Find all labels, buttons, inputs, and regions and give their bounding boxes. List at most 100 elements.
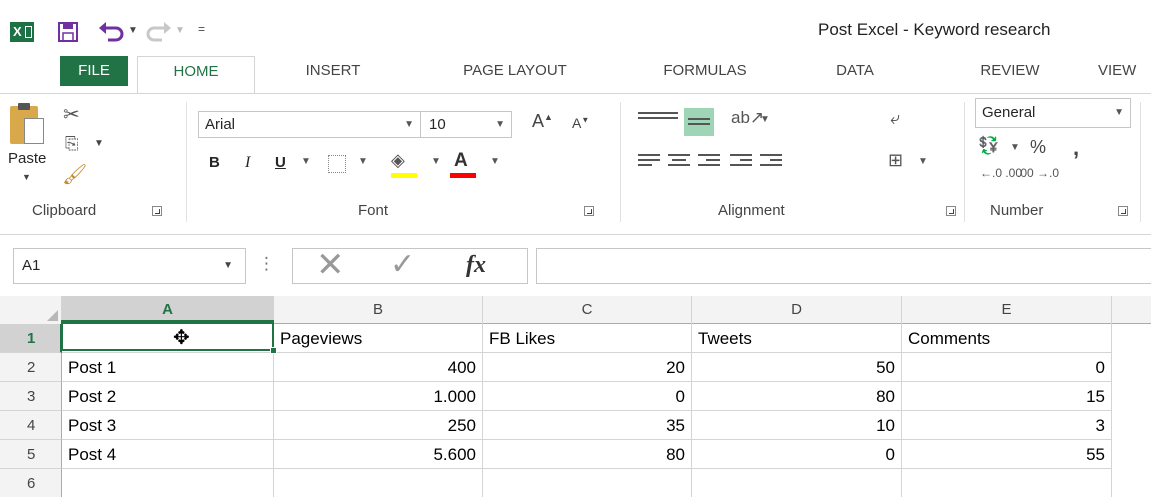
alignment-launcher-icon[interactable] bbox=[946, 206, 956, 216]
cell-d5[interactable]: 0 bbox=[692, 440, 902, 469]
row-header-2[interactable]: 2 bbox=[0, 353, 62, 382]
cut-icon[interactable]: ✂ bbox=[63, 102, 80, 127]
tab-file[interactable]: FILE bbox=[60, 56, 128, 86]
increase-decimal-icon[interactable]: ←.0 .00 bbox=[980, 166, 1022, 180]
column-header-c[interactable]: C bbox=[483, 296, 692, 324]
tab-view[interactable]: VIEW bbox=[1098, 56, 1151, 88]
row-header-1[interactable]: 1 bbox=[0, 324, 62, 353]
cell-c5[interactable]: 80 bbox=[483, 440, 692, 469]
cell-e3[interactable]: 15 bbox=[902, 382, 1112, 411]
borders-icon[interactable] bbox=[328, 155, 346, 173]
customize-qat-icon[interactable]: = bbox=[198, 22, 205, 36]
clipboard-launcher-icon[interactable] bbox=[152, 206, 162, 216]
cell-b6[interactable] bbox=[274, 469, 483, 497]
copy-dropdown-icon[interactable]: ▼ bbox=[94, 138, 104, 149]
font-launcher-icon[interactable] bbox=[584, 206, 594, 216]
cell-b1[interactable]: Pageviews bbox=[274, 324, 483, 353]
active-cell-a1[interactable] bbox=[61, 320, 277, 354]
format-painter-icon[interactable]: 🖌 bbox=[62, 162, 87, 187]
cancel-entry-icon[interactable]: ✕ bbox=[316, 248, 345, 282]
name-box-dropdown-icon[interactable]: ▼ bbox=[223, 249, 233, 283]
tab-page-layout[interactable]: PAGE LAYOUT bbox=[435, 56, 595, 88]
number-format-combo[interactable]: General ▼ bbox=[975, 98, 1131, 128]
font-color-icon[interactable]: A bbox=[454, 150, 468, 172]
shrink-font-icon[interactable]: A▼ bbox=[572, 115, 589, 131]
comma-style-icon[interactable]: , bbox=[1073, 135, 1079, 161]
cell-e4[interactable]: 3 bbox=[902, 411, 1112, 440]
font-size-dropdown-icon[interactable]: ▼ bbox=[495, 112, 505, 137]
redo-icon[interactable] bbox=[146, 20, 172, 42]
middle-align-button[interactable] bbox=[684, 108, 714, 136]
cell-d1[interactable]: Tweets bbox=[692, 324, 902, 353]
borders-dropdown-icon[interactable]: ▼ bbox=[358, 156, 368, 167]
column-header-b[interactable]: B bbox=[274, 296, 483, 324]
wrap-text-icon[interactable]: ⤶ bbox=[890, 108, 900, 129]
cell-b4[interactable]: 250 bbox=[274, 411, 483, 440]
merge-center-icon[interactable]: ⊞ bbox=[888, 150, 903, 171]
fill-color-icon[interactable]: ◈ bbox=[391, 150, 405, 171]
cell-d3[interactable]: 80 bbox=[692, 382, 902, 411]
cell-b3[interactable]: 1.000 bbox=[274, 382, 483, 411]
underline-button[interactable]: U bbox=[275, 154, 286, 171]
fill-color-dropdown-icon[interactable]: ▼ bbox=[431, 156, 441, 167]
underline-dropdown-icon[interactable]: ▼ bbox=[301, 156, 311, 167]
tab-data[interactable]: DATA bbox=[810, 56, 900, 88]
bold-button[interactable]: B bbox=[209, 154, 220, 171]
cell-a3[interactable]: Post 2 bbox=[62, 382, 274, 411]
cell-b5[interactable]: 5.600 bbox=[274, 440, 483, 469]
cell-e1[interactable]: Comments bbox=[902, 324, 1112, 353]
cell-c4[interactable]: 35 bbox=[483, 411, 692, 440]
percent-style-icon[interactable]: % bbox=[1030, 137, 1046, 158]
tab-formulas[interactable]: FORMULAS bbox=[640, 56, 770, 88]
select-all-button[interactable] bbox=[0, 296, 62, 324]
cell-b2[interactable]: 400 bbox=[274, 353, 483, 382]
cell-a6[interactable] bbox=[62, 469, 274, 497]
tab-review[interactable]: REVIEW bbox=[955, 56, 1065, 88]
number-launcher-icon[interactable] bbox=[1118, 206, 1128, 216]
cell-d6[interactable] bbox=[692, 469, 902, 497]
align-left-icon[interactable] bbox=[638, 154, 660, 170]
cell-d4[interactable]: 10 bbox=[692, 411, 902, 440]
font-name-dropdown-icon[interactable]: ▼ bbox=[404, 112, 414, 137]
grow-font-icon[interactable]: A▲ bbox=[532, 111, 553, 132]
decrease-decimal-icon[interactable]: .00 →.0 bbox=[1017, 166, 1059, 180]
cell-e5[interactable]: 55 bbox=[902, 440, 1112, 469]
decrease-indent-icon[interactable] bbox=[730, 154, 752, 170]
align-center-icon[interactable] bbox=[668, 154, 690, 170]
accounting-dropdown-icon[interactable]: ▼ bbox=[1010, 142, 1020, 153]
undo-icon[interactable] bbox=[98, 20, 124, 42]
tab-home[interactable]: HOME bbox=[137, 56, 255, 94]
fill-handle[interactable] bbox=[270, 347, 277, 354]
enter-entry-icon[interactable]: ✓ bbox=[390, 250, 415, 280]
row-header-5[interactable]: 5 bbox=[0, 440, 62, 469]
cell-c3[interactable]: 0 bbox=[483, 382, 692, 411]
cell-a4[interactable]: Post 3 bbox=[62, 411, 274, 440]
orientation-dropdown-icon[interactable]: ▼ bbox=[760, 114, 770, 125]
italic-button[interactable]: I bbox=[245, 154, 250, 172]
cell-a5[interactable]: Post 4 bbox=[62, 440, 274, 469]
column-header-d[interactable]: D bbox=[692, 296, 902, 324]
font-color-dropdown-icon[interactable]: ▼ bbox=[490, 156, 500, 167]
font-name-combo[interactable]: Arial ▼ bbox=[198, 111, 421, 138]
align-right-icon[interactable] bbox=[698, 154, 720, 170]
tab-insert[interactable]: INSERT bbox=[285, 56, 381, 88]
cell-c1[interactable]: FB Likes bbox=[483, 324, 692, 353]
merge-dropdown-icon[interactable]: ▼ bbox=[918, 156, 928, 167]
number-format-dropdown-icon[interactable]: ▼ bbox=[1114, 99, 1124, 127]
cell-e2[interactable]: 0 bbox=[902, 353, 1112, 382]
row-header-3[interactable]: 3 bbox=[0, 382, 62, 411]
insert-function-icon[interactable]: fx bbox=[466, 248, 486, 282]
cell-a2[interactable]: Post 1 bbox=[62, 353, 274, 382]
copy-icon[interactable]: ⎘ bbox=[65, 134, 79, 154]
row-header-6[interactable]: 6 bbox=[0, 469, 62, 497]
increase-indent-icon[interactable] bbox=[760, 154, 782, 170]
accounting-format-icon[interactable]: 💱 bbox=[978, 136, 999, 156]
row-header-4[interactable]: 4 bbox=[0, 411, 62, 440]
cell-c2[interactable]: 20 bbox=[483, 353, 692, 382]
save-icon[interactable] bbox=[58, 22, 78, 42]
paste-dropdown-icon[interactable]: ▼ bbox=[22, 172, 31, 182]
cell-c6[interactable] bbox=[483, 469, 692, 497]
paste-icon[interactable] bbox=[10, 103, 44, 144]
paste-button[interactable]: Paste bbox=[8, 150, 46, 167]
cell-e6[interactable] bbox=[902, 469, 1112, 497]
